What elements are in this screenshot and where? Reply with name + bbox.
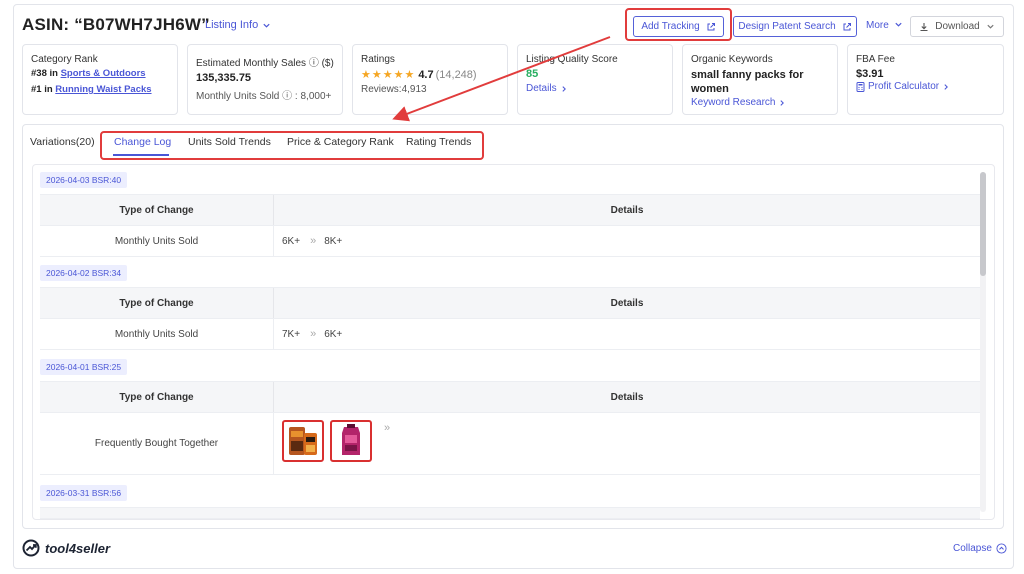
product-image-icon [342,424,360,455]
change-type: Monthly Units Sold [40,319,274,349]
chevron-up-circle-icon [996,543,1007,554]
double-chevron-right-icon: » [310,328,316,340]
change-type: Monthly Units Sold [40,226,274,256]
change-date-tag: 2026-04-03 BSR:40 [40,172,128,188]
table-row: Monthly Units Sold 7K+ » 6K+ [40,319,980,350]
change-date-tag: 2026-04-02 BSR:34 [40,265,128,281]
header-type-of-change: Type of Change [40,382,274,412]
header-details: Details [610,204,644,216]
collapse-button[interactable]: Collapse [953,543,1007,554]
header-type-of-change: Type of Change [40,195,274,225]
to-value: 6K+ [324,328,343,340]
double-chevron-right-icon: » [384,422,390,434]
header-details: Details [610,297,644,309]
from-value: 7K+ [282,328,301,340]
header-type-of-change: Type of Change [40,288,274,318]
header-details: Details [610,391,644,403]
change-date-tag: 2026-04-01 BSR:25 [40,359,128,375]
table-header-partial [40,507,980,519]
table-row: Frequently Bought Together » [40,413,980,475]
change-type: Frequently Bought Together [40,413,274,474]
from-value: 6K+ [282,235,301,247]
table-row: Monthly Units Sold 6K+ » 8K+ [40,226,980,257]
table-header: Type of Change Details [40,287,980,319]
table-header: Type of Change Details [40,194,980,226]
table-header: Type of Change Details [40,381,980,413]
annotation-arrow [392,36,611,122]
double-chevron-right-icon: » [310,235,316,247]
change-details: 7K+ » 6K+ [274,319,342,349]
brand-name: tool4seller [45,540,111,556]
change-details: 6K+ » 8K+ [274,226,342,256]
to-value: 8K+ [324,235,343,247]
collapse-label: Collapse [953,543,992,554]
scrollbar-thumb[interactable] [980,172,986,276]
product-thumbnail-1[interactable] [282,420,324,462]
product-thumbnail-2[interactable] [330,420,372,462]
tool4seller-logo-icon [22,539,40,557]
change-date-tag: 2026-03-31 BSR:56 [40,485,128,501]
change-details: » [274,413,390,474]
brand-logo: tool4seller [22,539,110,557]
product-image-icon [289,427,317,455]
